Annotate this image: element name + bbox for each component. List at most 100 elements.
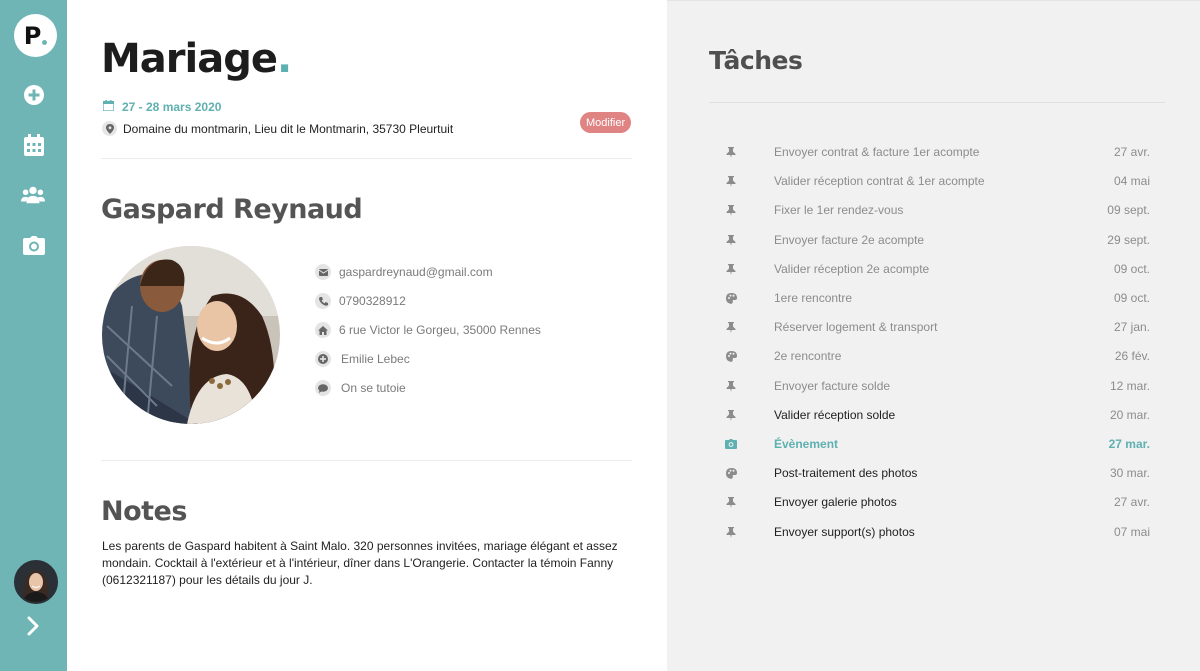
pin-icon — [725, 526, 737, 538]
task-label: Envoyer contrat & facture 1er acompte — [774, 145, 980, 159]
task-label: Envoyer support(s) photos — [774, 525, 915, 539]
task-label: Valider réception contrat & 1er acompte — [774, 174, 985, 188]
client-photo — [102, 246, 280, 424]
page-title: Mariage. — [101, 36, 292, 82]
task-label: Envoyer facture 2e acompte — [774, 233, 925, 247]
task-date: 27 jan. — [1113, 320, 1150, 334]
task-row[interactable]: Réserver logement & transport 27 jan. — [725, 318, 1150, 336]
task-row[interactable]: Envoyer facture solde 12 mar. — [725, 377, 1150, 395]
task-date: 27 avr. — [1113, 145, 1150, 159]
task-label: Post-traitement des photos — [774, 466, 918, 480]
task-date: 20 mar. — [1109, 408, 1150, 422]
task-date: 09 sept. — [1107, 203, 1150, 217]
phone-icon — [315, 293, 331, 309]
client-note: On se tutoie — [315, 380, 406, 396]
pin-icon — [725, 496, 737, 508]
task-row[interactable]: 1ere rencontre 09 oct. — [725, 289, 1150, 307]
pin-icon — [725, 204, 737, 216]
camera-icon[interactable] — [22, 233, 46, 257]
envelope-icon — [315, 264, 331, 280]
task-date: 30 mar. — [1109, 466, 1150, 480]
camera-icon — [725, 438, 737, 450]
home-icon — [315, 322, 331, 338]
add-icon[interactable] — [22, 83, 46, 107]
calendar-small-icon — [102, 98, 115, 116]
tasks-panel: Tâches Envoyer contrat & facture 1er aco… — [667, 0, 1200, 671]
task-date: 27 avr. — [1113, 495, 1150, 509]
client-email-text: gaspardreynaud@gmail.com — [339, 265, 493, 279]
task-row[interactable]: 2e rencontre 26 fév. — [725, 347, 1150, 365]
task-row[interactable]: Valider réception 2e acompte 09 oct. — [725, 260, 1150, 278]
modify-button[interactable]: Modifier — [580, 112, 632, 133]
divider — [101, 460, 632, 461]
client-referrer-text: Emilie Lebec — [341, 352, 410, 366]
task-label: 1ere rencontre — [774, 291, 853, 305]
task-date: 27 mar. — [1108, 437, 1150, 451]
pin-icon — [725, 146, 737, 158]
notes-text: Les parents de Gaspard habitent à Saint … — [102, 539, 618, 587]
tasks-title: Tâches — [709, 46, 803, 75]
task-row[interactable]: Fixer le 1er rendez-vous 09 sept. — [725, 201, 1150, 219]
event-dates: 27 - 28 mars 2020 — [102, 98, 222, 116]
app-logo[interactable]: P — [14, 14, 57, 57]
task-date: 07 mai — [1113, 525, 1150, 539]
task-row[interactable]: Valider réception contrat & 1er acompte 0… — [725, 172, 1150, 190]
task-label: Valider réception solde — [774, 408, 896, 422]
task-row[interactable]: Envoyer galerie photos 27 avr. — [725, 493, 1150, 511]
logo-dot — [42, 40, 48, 45]
pin-icon — [725, 234, 737, 246]
client-address-text: 6 rue Victor le Gorgeu, 35000 Rennes — [339, 323, 541, 337]
divider — [101, 158, 632, 159]
pin-icon — [725, 380, 737, 392]
task-date: 12 mar. — [1109, 379, 1150, 393]
event-detail: Mariage. 27 - 28 mars 2020 Domaine du mo… — [67, 0, 667, 671]
client-phone-text: 0790328912 — [339, 294, 406, 308]
sidebar: P — [0, 0, 67, 671]
task-row[interactable]: Envoyer contrat & facture 1er acompte 27 … — [725, 143, 1150, 161]
task-label: Évènement — [774, 437, 839, 451]
task-label: Valider réception 2e acompte — [774, 262, 930, 276]
client-note-text: On se tutoie — [341, 381, 406, 395]
task-row[interactable]: Envoyer facture 2e acompte 29 sept. — [725, 231, 1150, 249]
pin-icon — [725, 409, 737, 421]
task-label: Envoyer galerie photos — [774, 495, 897, 509]
pin-icon — [725, 321, 737, 333]
palette-icon — [725, 350, 737, 362]
event-location: Domaine du montmarin, Lieu dit le Montma… — [102, 121, 453, 136]
user-avatar[interactable] — [14, 560, 58, 604]
task-label: Fixer le 1er rendez-vous — [774, 203, 904, 217]
calendar-icon[interactable] — [22, 133, 46, 157]
divider — [709, 102, 1165, 103]
task-date: 04 mai — [1113, 174, 1150, 188]
palette-icon — [725, 292, 737, 304]
client-address: 6 rue Victor le Gorgeu, 35000 Rennes — [315, 322, 541, 338]
task-date: 29 sept. — [1107, 233, 1150, 247]
event-date-text: 27 - 28 mars 2020 — [122, 100, 222, 114]
client-phone: 0790328912 — [315, 293, 406, 309]
client-name: Gaspard Reynaud — [101, 194, 363, 225]
client-email: gaspardreynaud@gmail.com — [315, 264, 493, 280]
task-row[interactable]: Envoyer support(s) photos 07 mai — [725, 523, 1150, 541]
notes-title: Notes — [101, 496, 187, 527]
plus-circle-icon — [315, 351, 331, 367]
task-date: 26 fév. — [1114, 349, 1150, 363]
palette-icon — [725, 467, 737, 479]
task-label: Envoyer facture solde — [774, 379, 891, 393]
pin-icon — [725, 175, 737, 187]
title-text: Mariage — [101, 36, 278, 82]
users-icon[interactable] — [21, 183, 45, 207]
pin-icon — [725, 263, 737, 275]
title-dot: . — [277, 36, 292, 82]
expand-sidebar-chevron-icon[interactable] — [26, 616, 46, 638]
task-label: Réserver logement & transport — [774, 320, 938, 334]
client-referrer: Emilie Lebec — [315, 351, 410, 367]
task-date: 09 oct. — [1113, 262, 1150, 276]
task-row[interactable]: Évènement 27 mar. — [725, 435, 1150, 453]
task-label: 2e rencontre — [774, 349, 842, 363]
task-date: 09 oct. — [1113, 291, 1150, 305]
task-row[interactable]: Valider réception solde 20 mar. — [725, 406, 1150, 424]
map-marker-icon — [102, 121, 117, 136]
event-location-text: Domaine du montmarin, Lieu dit le Montma… — [123, 121, 454, 136]
task-row[interactable]: Post-traitement des photos 30 mar. — [725, 464, 1150, 482]
logo-letter: P — [23, 21, 42, 50]
